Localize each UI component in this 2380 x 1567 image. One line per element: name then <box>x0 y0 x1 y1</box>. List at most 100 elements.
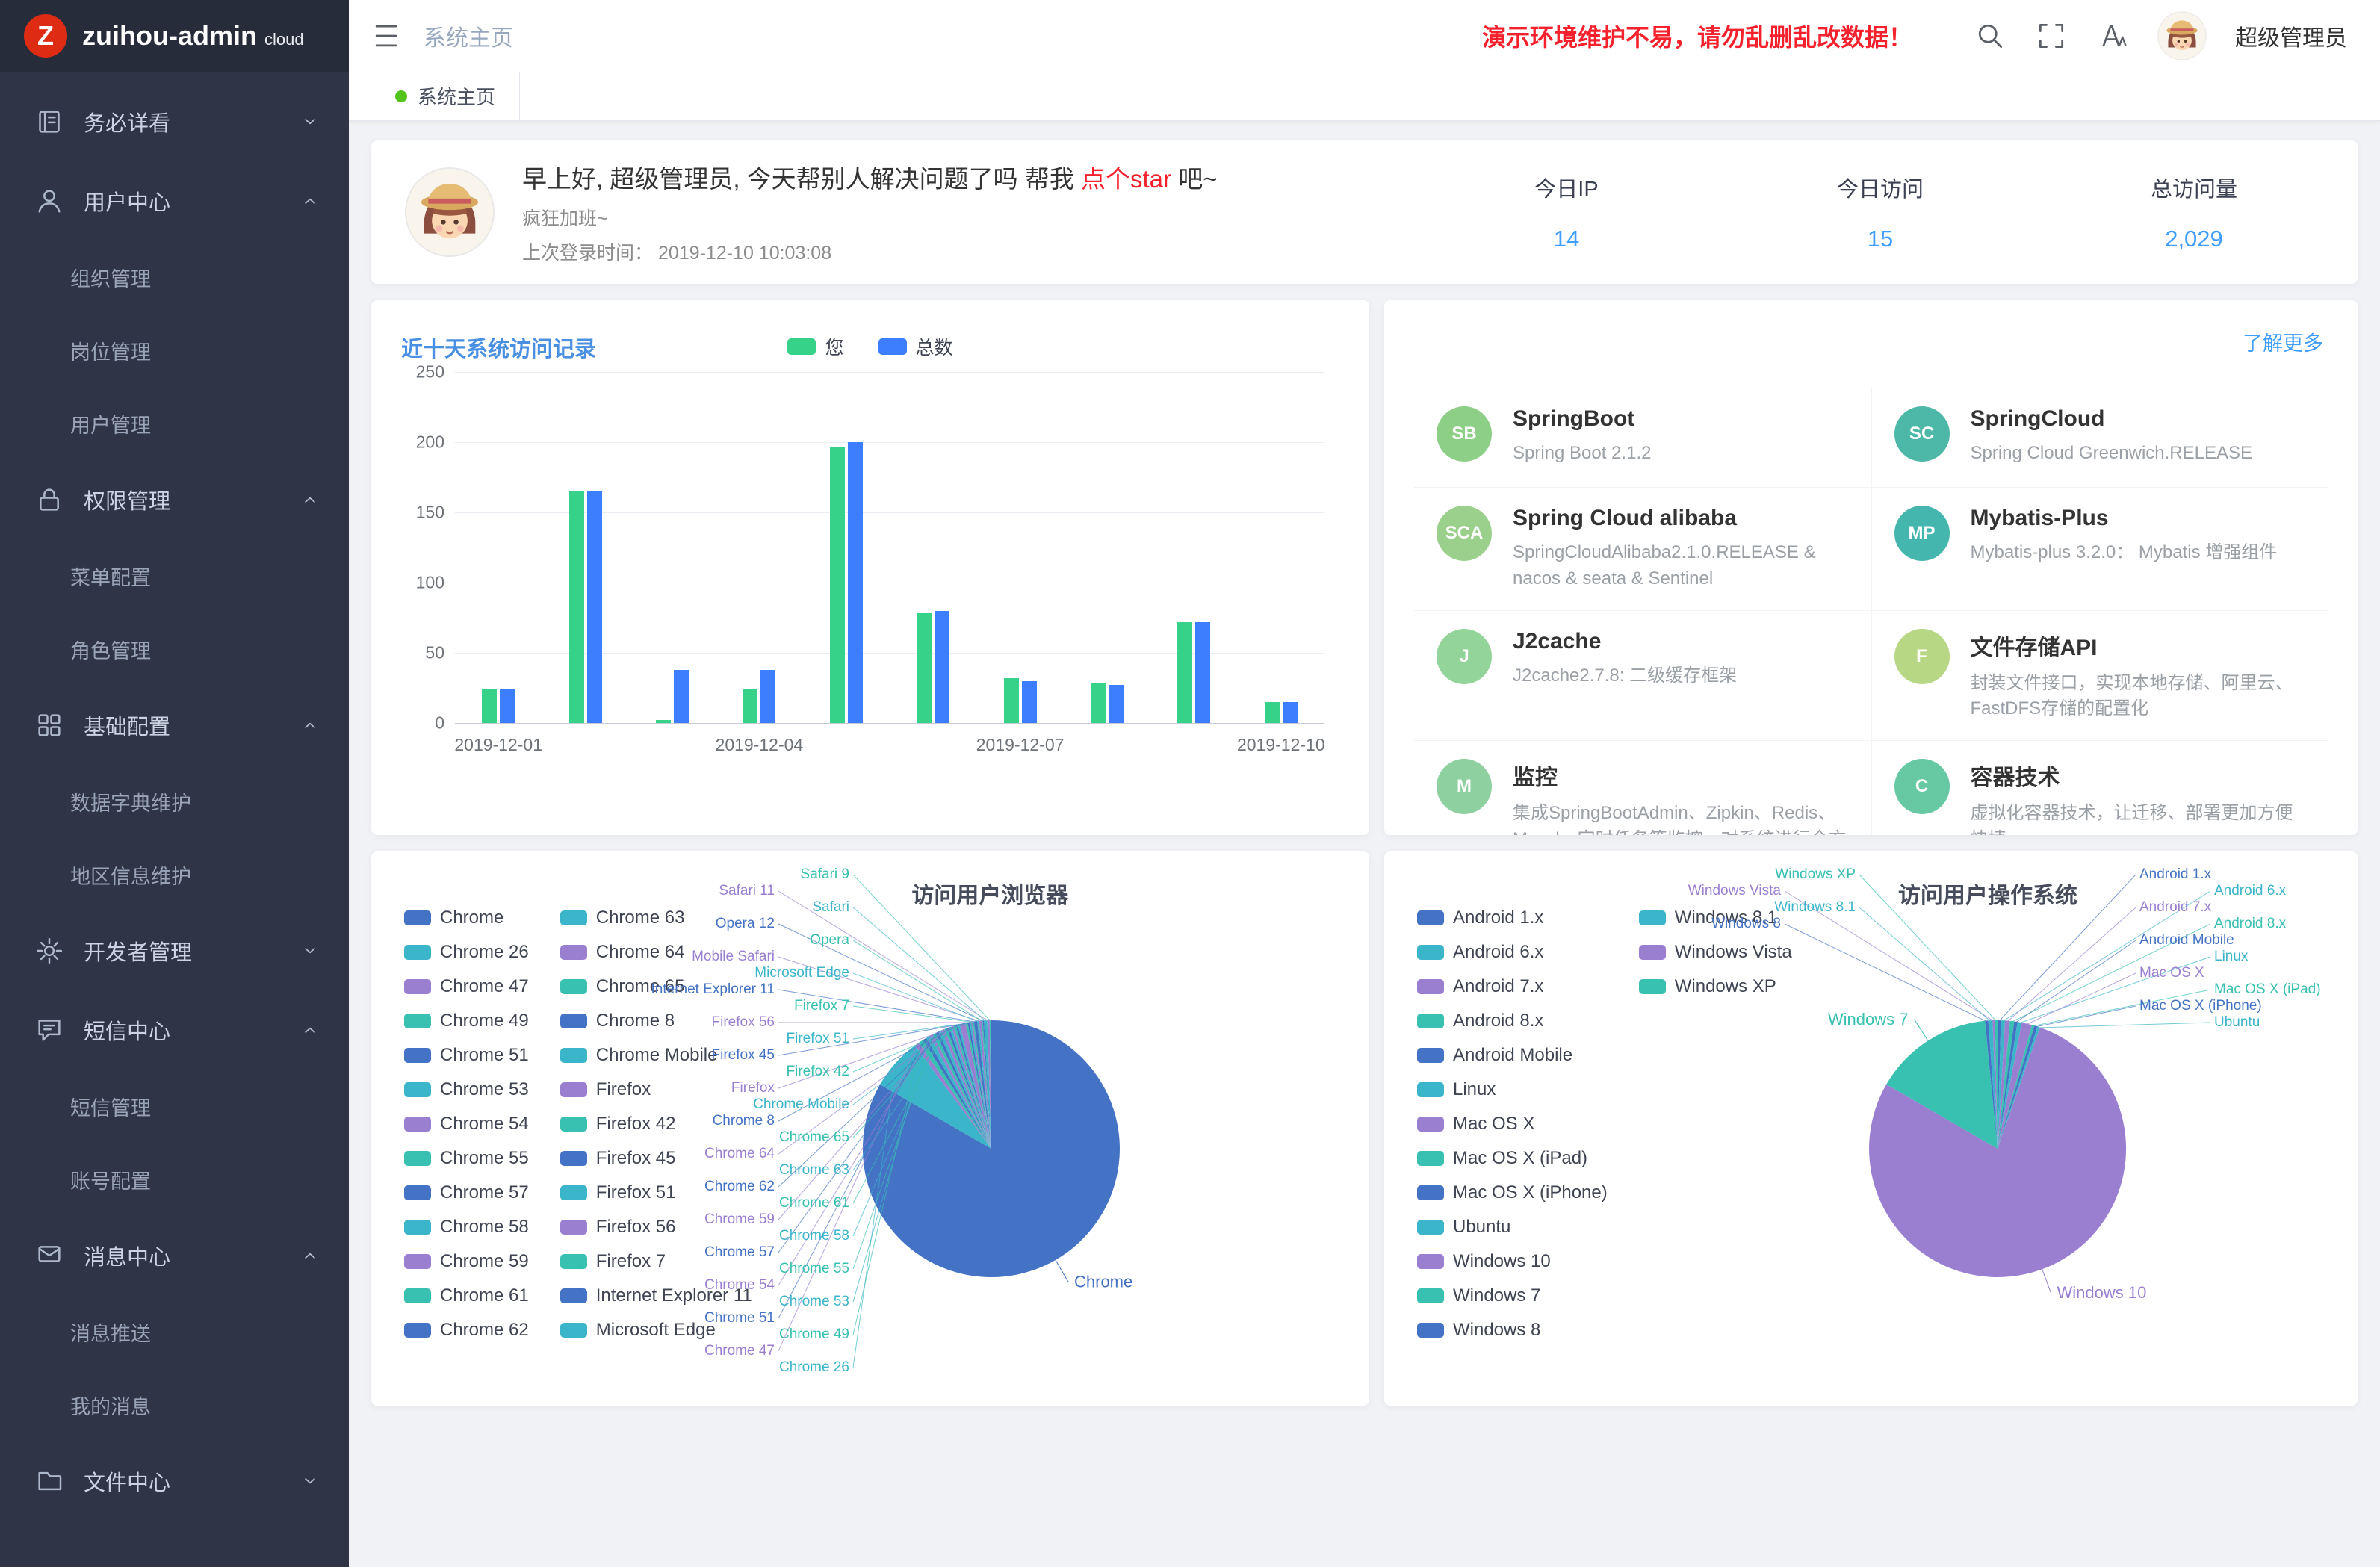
learn-more-link[interactable]: 了解更多 <box>2243 327 2323 356</box>
svg-text:Chrome 65: Chrome 65 <box>779 1129 849 1145</box>
gridline <box>455 653 1324 654</box>
legend-item[interactable]: Chrome 26 <box>404 935 529 969</box>
app-logo[interactable]: Z zuihou-admincloud <box>0 0 349 72</box>
legend-item[interactable]: Chrome 47 <box>404 969 529 1004</box>
legend-item[interactable]: Chrome 57 <box>404 1176 529 1210</box>
legend-item[interactable]: Firefox <box>560 1073 752 1107</box>
legend-item[interactable]: Linux <box>1417 1073 1608 1107</box>
sidebar-item[interactable]: 地区信息维护 <box>0 838 349 911</box>
font-size-icon[interactable] <box>2096 19 2129 52</box>
legend-item[interactable]: Mac OS X <box>1417 1107 1608 1141</box>
sidebar-item[interactable]: 账号配置 <box>0 1143 349 1216</box>
bar <box>674 670 689 723</box>
legend-item[interactable]: Internet Explorer 11 <box>560 1279 752 1313</box>
bar <box>656 720 671 723</box>
legend-item[interactable]: Firefox 56 <box>560 1210 752 1244</box>
sidebar-item[interactable]: 角色管理 <box>0 612 349 686</box>
star-link[interactable]: 点个star <box>1081 165 1171 193</box>
legend-item[interactable]: Windows 8.1 <box>1639 901 1792 935</box>
sidebar-item[interactable]: 开发者管理 <box>0 911 349 990</box>
sidebar-item[interactable]: 消息推送 <box>0 1295 349 1368</box>
sidebar-item[interactable]: 消息中心 <box>0 1216 349 1295</box>
sidebar-item[interactable]: 数据字典维护 <box>0 765 349 838</box>
sidebar-item[interactable]: 我的消息 <box>0 1368 349 1442</box>
legend-item[interactable]: Ubuntu <box>1417 1210 1608 1244</box>
legend-item[interactable]: Windows XP <box>1639 969 1792 1004</box>
sidebar-item[interactable]: 组织管理 <box>0 241 349 314</box>
legend-item[interactable]: Chrome 49 <box>404 1004 529 1038</box>
feature-badge: SC <box>1894 406 1950 462</box>
feature-item[interactable]: M 监控 集成SpringBootAdmin、Zipkin、Redis、Mysq… <box>1414 740 1871 835</box>
svg-text:Safari: Safari <box>812 899 849 915</box>
header-right: 演示环境维护不易，请勿乱删乱改数据！ 超级管理员 <box>1482 11 2347 60</box>
legend-item[interactable]: Chrome 8 <box>560 1004 752 1038</box>
breadcrumb[interactable]: 系统主页 <box>424 19 513 52</box>
legend-item[interactable]: Firefox 7 <box>560 1244 752 1279</box>
sidebar-item[interactable]: 用户中心 <box>0 161 349 241</box>
legend-item[interactable]: Android 7.x <box>1417 969 1608 1004</box>
legend-item[interactable]: Android 1.x <box>1417 901 1608 935</box>
sidebar-item[interactable]: 短信管理 <box>0 1070 349 1143</box>
legend-item[interactable]: Chrome 53 <box>404 1073 529 1107</box>
feature-item[interactable]: SCA Spring Cloud alibaba SpringCloudAlib… <box>1414 487 1871 610</box>
svg-text:Chrome 26: Chrome 26 <box>779 1359 849 1375</box>
legend-item[interactable]: Chrome 59 <box>404 1244 529 1279</box>
gear-icon <box>34 936 64 966</box>
legend-item[interactable]: Android 8.x <box>1417 1004 1608 1038</box>
sidebar: Z zuihou-admincloud 务必详看 用户中心 组织管理 岗位管理 … <box>0 0 349 1567</box>
legend-item[interactable]: Chrome 64 <box>560 935 752 969</box>
legend-item[interactable]: 您 <box>787 333 843 360</box>
legend-item[interactable]: Mac OS X (iPhone) <box>1417 1176 1608 1210</box>
legend-item[interactable]: Mac OS X (iPad) <box>1417 1141 1608 1176</box>
sidebar-item[interactable]: 务必详看 <box>0 82 349 161</box>
bar <box>1022 681 1037 723</box>
legend-item[interactable]: Android Mobile <box>1417 1038 1608 1073</box>
bar <box>1091 683 1106 723</box>
legend-item[interactable]: Chrome <box>404 901 529 935</box>
feature-item[interactable]: C 容器技术 虚拟化容器技术，让迁移、部署更加方便快捷 <box>1871 740 2328 835</box>
legend-item[interactable]: Windows 8 <box>1417 1313 1608 1347</box>
sidebar-item[interactable]: 菜单配置 <box>0 539 349 612</box>
legend-item[interactable]: Chrome 54 <box>404 1107 529 1141</box>
tab-label: 系统主页 <box>418 82 495 110</box>
legend-item[interactable]: Microsoft Edge <box>560 1313 752 1347</box>
username[interactable]: 超级管理员 <box>2235 19 2347 52</box>
legend-item[interactable]: Firefox 42 <box>560 1107 752 1141</box>
feature-item[interactable]: J J2cache J2cache2.7.8: 二级缓存框架 <box>1414 610 1871 741</box>
feature-item[interactable]: F 文件存储API 封装文件接口，实现本地存储、阿里云、FastDFS存储的配置… <box>1871 610 2328 741</box>
menu-label: 权限管理 <box>84 484 300 515</box>
sidebar-item[interactable]: 文件中心 <box>0 1442 349 1521</box>
search-icon[interactable] <box>1974 19 2006 52</box>
chevron-icon <box>300 940 320 961</box>
legend-item[interactable]: Firefox 51 <box>560 1176 752 1210</box>
legend-item[interactable]: Windows 7 <box>1417 1279 1608 1313</box>
legend-item[interactable]: Windows 10 <box>1417 1244 1608 1279</box>
legend-item[interactable]: Chrome 51 <box>404 1038 529 1073</box>
feature-item[interactable]: MP Mybatis-Plus Mybatis-plus 3.2.0： Myba… <box>1871 487 2328 610</box>
collapse-sidebar-icon[interactable] <box>370 19 403 52</box>
tab-home[interactable]: 系统主页 <box>371 72 520 120</box>
legend-item[interactable]: Chrome 63 <box>560 901 752 935</box>
feature-texts: 监控 集成SpringBootAdmin、Zipkin、Redis、Mysql、… <box>1513 759 1849 835</box>
legend-item[interactable]: Android 6.x <box>1417 935 1608 969</box>
feature-item[interactable]: SB SpringBoot Spring Boot 2.1.2 <box>1414 388 1871 487</box>
feature-item[interactable]: SC SpringCloud Spring Cloud Greenwich.RE… <box>1871 388 2328 487</box>
breadcrumb-item[interactable]: 系统主页 <box>424 26 513 51</box>
legend-item[interactable]: Chrome 65 <box>560 969 752 1004</box>
legend-item[interactable]: Chrome 58 <box>404 1210 529 1244</box>
legend-item[interactable]: Chrome Mobile <box>560 1038 752 1073</box>
user-avatar[interactable] <box>2157 11 2207 60</box>
sidebar-item[interactable]: 基础配置 <box>0 686 349 765</box>
legend-item[interactable]: 总数 <box>878 333 953 360</box>
sidebar-item[interactable]: 岗位管理 <box>0 314 349 387</box>
legend-item[interactable]: Firefox 45 <box>560 1141 752 1176</box>
bar <box>1177 622 1192 723</box>
sidebar-item[interactable]: 用户管理 <box>0 387 349 460</box>
sidebar-item[interactable]: 短信中心 <box>0 990 349 1070</box>
legend-item[interactable]: Chrome 55 <box>404 1141 529 1176</box>
fullscreen-icon[interactable] <box>2035 19 2068 52</box>
legend-item[interactable]: Windows Vista <box>1639 935 1792 969</box>
legend-item[interactable]: Chrome 62 <box>404 1313 529 1347</box>
sidebar-item[interactable]: 权限管理 <box>0 460 349 539</box>
legend-item[interactable]: Chrome 61 <box>404 1279 529 1313</box>
